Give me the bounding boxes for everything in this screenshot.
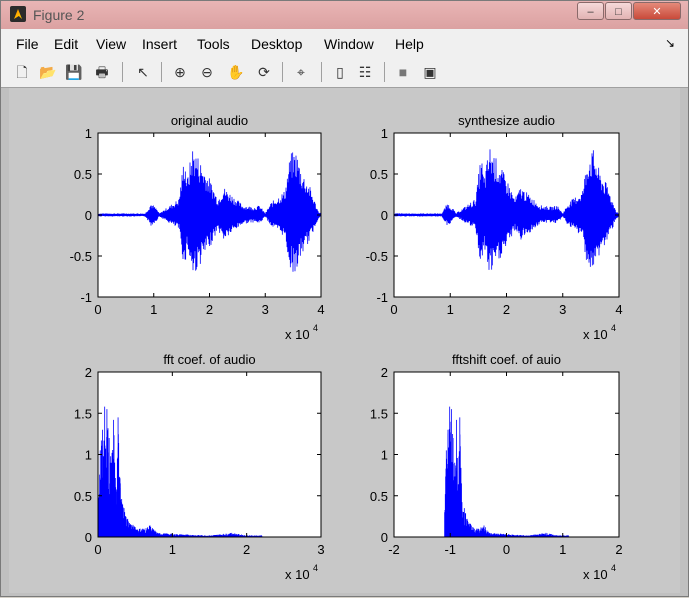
x-tick-label: 3 (262, 302, 269, 317)
menu-help[interactable]: Help (395, 36, 424, 52)
y-tick-label: -1 (80, 290, 92, 305)
x-tick-label: 1 (150, 302, 157, 317)
x-tick-label: 0 (390, 302, 397, 317)
pointer-icon[interactable]: ↖ (134, 63, 152, 81)
y-tick-label: 0 (381, 208, 388, 223)
menu-bar: File Edit View Insert Tools Desktop Wind… (1, 29, 688, 58)
menu-window[interactable]: Window (324, 36, 374, 52)
y-tick-label: 1 (85, 126, 92, 141)
x-tick-label: 0 (94, 542, 101, 557)
menu-insert[interactable]: Insert (142, 36, 177, 52)
y-tick-label: 0 (85, 208, 92, 223)
x-tick-label: -1 (444, 542, 456, 557)
x-exponent-label: x 10 (285, 567, 310, 582)
x-tick-label: 2 (206, 302, 213, 317)
y-tick-label: 0.5 (74, 489, 92, 504)
y-tick-label: 0 (381, 530, 388, 545)
menu-view[interactable]: View (96, 36, 126, 52)
subplot-4: -2 -1 0 1 2 0 0.5 1 1.5 2 fftshift coef. of auio x … (370, 352, 623, 582)
x-tick-label: 4 (317, 302, 324, 317)
x-tick-label: 3 (559, 302, 566, 317)
subplot-2: 0 1 2 3 4-1-0.500.51synthesize audiox 10 4 (366, 113, 623, 342)
y-tick-label: -0.5 (366, 249, 388, 264)
y-tick-label: 1 (381, 126, 388, 141)
x-tick-label: 0 (94, 302, 101, 317)
axes-background (394, 372, 619, 537)
y-tick-label: -1 (376, 290, 388, 305)
close-button[interactable]: ✕ (633, 2, 681, 20)
x-tick-label: 2 (615, 542, 622, 557)
y-tick-label: 2 (381, 365, 388, 380)
show-plot-tools-icon[interactable]: ▣ (421, 63, 439, 81)
x-exponent-label: x 10 (583, 327, 608, 342)
zoom-in-icon[interactable]: ⊕ (171, 63, 189, 81)
y-tick-label: 1 (381, 448, 388, 463)
x-tick-label: 0 (503, 542, 510, 557)
x-tick-label: 1 (447, 302, 454, 317)
y-tick-label: -0.5 (70, 249, 92, 264)
x-tick-label: 4 (615, 302, 622, 317)
y-tick-label: 0.5 (370, 489, 388, 504)
menu-tools[interactable]: Tools (197, 36, 230, 52)
legend-icon[interactable]: ☷ (356, 63, 374, 81)
pan-icon[interactable]: ✋ (227, 63, 245, 81)
maximize-button[interactable]: □ (605, 2, 632, 20)
x-exponent-power: 4 (611, 563, 616, 573)
y-tick-label: 1.5 (74, 406, 92, 421)
menu-edit[interactable]: Edit (54, 36, 78, 52)
axes-title: synthesize audio (458, 113, 555, 128)
axes-background (98, 372, 321, 537)
y-tick-label: 1.5 (370, 406, 388, 421)
figure-svg: 0 1 2 3 4-1-0.500.51original audiox 10 40 1 2 3 4… (70, 113, 623, 582)
hide-plot-tools-icon[interactable]: ■ (394, 63, 412, 81)
toolbar-separator (321, 62, 322, 82)
x-exponent-power: 4 (313, 563, 318, 573)
rotate-3d-icon[interactable]: ⟳ (255, 63, 273, 81)
x-tick-label: 3 (317, 542, 324, 557)
menu-desktop[interactable]: Desktop (251, 36, 302, 52)
y-tick-label: 0 (85, 530, 92, 545)
toolbar-separator (161, 62, 162, 82)
x-exponent-power: 4 (313, 323, 318, 333)
y-tick-label: 0.5 (370, 167, 388, 182)
subplot-1: 0 1 2 3 4-1-0.500.51original audiox 10 4 (70, 113, 325, 342)
x-exponent-label: x 10 (285, 327, 310, 342)
dock-arrow-icon[interactable]: ↘ (665, 36, 675, 50)
x-exponent-power: 4 (611, 323, 616, 333)
minimize-button[interactable]: ‒ (577, 2, 604, 20)
toolbar: 🗋 📂 💾 🖶 ↖ ⊕ ⊖ ✋ ⟳ ⌖ ▯ ☷ ■ ▣ (1, 57, 688, 88)
x-tick-label: 1 (559, 542, 566, 557)
matlab-logo-icon (10, 6, 26, 22)
x-tick-label: -2 (388, 542, 400, 557)
axes-title: fft coef. of audio (163, 352, 255, 367)
x-exponent-label: x 10 (583, 567, 608, 582)
save-icon[interactable]: 💾 (65, 63, 83, 81)
toolbar-separator (122, 62, 123, 82)
y-tick-label: 0.5 (74, 167, 92, 182)
colorbar-icon[interactable]: ▯ (331, 63, 349, 81)
figure-window: Figure 2 ‒ □ ✕ File Edit View Insert Too… (0, 0, 689, 597)
y-tick-label: 1 (85, 448, 92, 463)
toolbar-separator (384, 62, 385, 82)
new-figure-icon[interactable]: 🗋 (13, 63, 31, 81)
x-tick-label: 1 (169, 542, 176, 557)
zoom-out-icon[interactable]: ⊖ (198, 63, 216, 81)
toolbar-separator (282, 62, 283, 82)
data-cursor-icon[interactable]: ⌖ (292, 63, 310, 81)
x-tick-label: 2 (503, 302, 510, 317)
menu-file[interactable]: File (16, 36, 39, 52)
axes-title: fftshift coef. of auio (452, 352, 561, 367)
x-tick-label: 2 (243, 542, 250, 557)
figure-canvas: 0 1 2 3 4 -1 -0.5 0 0.5 1 original audio x 10 4 0 1 2 3 4… (9, 88, 680, 593)
print-icon[interactable]: 🖶 (93, 63, 111, 81)
y-tick-label: 2 (85, 365, 92, 380)
window-title: Figure 2 (33, 7, 85, 23)
open-file-icon[interactable]: 📂 (39, 63, 57, 81)
title-bar[interactable]: Figure 2 ‒ □ ✕ (1, 1, 688, 29)
axes-title: original audio (171, 113, 248, 128)
subplot-3: 0 1 2 3 0 0.5 1 1.5 2 fft coef. of audio x 10 4 (74, 352, 325, 582)
